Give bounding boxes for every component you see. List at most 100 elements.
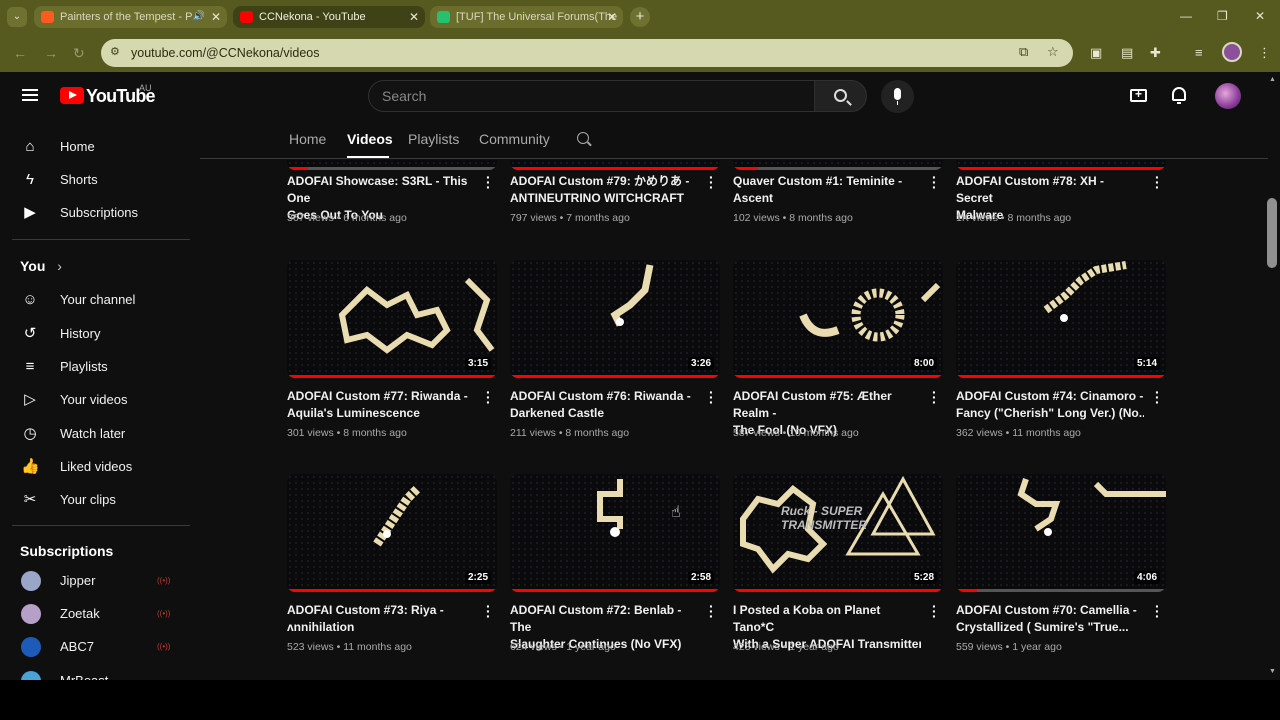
notifications-bell-icon[interactable] xyxy=(1172,87,1186,104)
more-actions-icon[interactable]: · · · xyxy=(932,599,937,623)
video-thumbnail[interactable] xyxy=(956,160,1166,170)
more-actions-icon[interactable]: · · · xyxy=(1155,170,1160,194)
tab-close-icon[interactable]: ✕ xyxy=(409,6,419,28)
channel-avatar xyxy=(21,571,41,591)
video-thumbnail[interactable]: 5:14 xyxy=(956,260,1166,378)
video-thumbnail[interactable] xyxy=(733,160,943,170)
video-title[interactable]: ADOFAI Custom #73: Riya - ᴧnnihilation xyxy=(287,602,475,636)
address-bar[interactable]: ⚙ youtube.com/@CCNekona/videos ⧉ ☆ xyxy=(101,39,1073,67)
sidebar-item-label: Your clips xyxy=(60,492,116,507)
sidebar-item-liked-videos[interactable]: 👍 Liked videos xyxy=(12,450,190,483)
browser-menu-icon[interactable]: ⋮ xyxy=(1258,45,1271,61)
video-thumbnail[interactable]: 8:00 xyxy=(733,260,943,378)
more-actions-icon[interactable]: · · · xyxy=(709,170,714,194)
create-video-icon[interactable] xyxy=(1130,87,1147,102)
youtube-logo-icon[interactable] xyxy=(60,87,84,104)
watch-progress-bar xyxy=(956,375,1166,378)
video-title[interactable]: ADOFAI Custom #77: Riwanda - Aquila's Lum… xyxy=(287,388,475,422)
watch-progress-track xyxy=(287,167,497,170)
subscription-item[interactable]: Jipper ((•)) xyxy=(12,564,190,597)
forward-icon[interactable]: → xyxy=(44,45,58,61)
extension-icon[interactable]: ▤ xyxy=(1121,45,1133,61)
guide-menu-icon[interactable] xyxy=(22,89,38,101)
subscription-item[interactable]: MrBeast xyxy=(12,664,190,680)
you-label: You xyxy=(20,258,46,274)
more-actions-icon[interactable]: · · · xyxy=(1155,599,1160,623)
sidebar-item-your-videos[interactable]: ▷ Your videos xyxy=(12,383,190,416)
more-actions-icon[interactable]: · · · xyxy=(709,385,714,409)
more-actions-icon[interactable]: · · · xyxy=(709,599,714,623)
video-thumbnail[interactable] xyxy=(510,160,720,170)
video-thumbnail[interactable]: Ruck - SUPER TRANSMITTER 5:28 xyxy=(733,474,943,592)
sidebar-item-playlists[interactable]: ≡ Playlists xyxy=(12,350,190,383)
sidebar-item-history[interactable]: ↺ History xyxy=(12,317,190,350)
tab-close-icon[interactable]: ✕ xyxy=(211,6,221,28)
browser-tab-1[interactable]: Painters of the Tempest - P 🔊 ✕ xyxy=(34,6,227,28)
search-input[interactable] xyxy=(369,81,769,111)
video-thumbnail[interactable]: 3:15 xyxy=(287,260,497,378)
back-icon[interactable]: ← xyxy=(13,45,27,61)
tab-close-icon[interactable]: ✕ xyxy=(607,6,617,28)
sidebar-you-header[interactable]: You › xyxy=(20,258,62,274)
extension-icon[interactable]: ▣ xyxy=(1090,45,1102,61)
more-actions-icon[interactable]: · · · xyxy=(486,170,491,194)
bookmark-star-icon[interactable]: ☆ xyxy=(1047,44,1059,60)
tab-videos[interactable]: Videos xyxy=(347,131,393,147)
more-actions-icon[interactable]: · · · xyxy=(1155,385,1160,409)
more-actions-icon[interactable]: · · · xyxy=(486,599,491,623)
video-thumbnail[interactable]: 4:06 xyxy=(956,474,1166,592)
playlists-icon: ≡ xyxy=(25,358,35,375)
site-info-icon[interactable]: ⚙ xyxy=(110,45,124,59)
channel-search-icon[interactable] xyxy=(577,132,589,144)
install-app-icon[interactable]: ⧉ xyxy=(1019,44,1028,60)
tab-search-menu-button[interactable]: ⌄ xyxy=(7,7,27,27)
video-thumbnail[interactable]: 2:25 xyxy=(287,474,497,592)
masthead: YouTube AU xyxy=(0,72,1280,120)
video-title[interactable]: Quaver Custom #1: Teminite - Ascent xyxy=(733,173,921,207)
voice-search-button[interactable] xyxy=(881,80,914,113)
minimize-icon[interactable]: — xyxy=(1180,9,1192,23)
scroll-down-arrow[interactable]: ▼ xyxy=(1269,668,1276,675)
tab-playlists[interactable]: Playlists xyxy=(408,131,459,147)
video-meta: 102 views • 8 months ago xyxy=(733,212,853,224)
sidebar-item-home[interactable]: ⌂ Home xyxy=(12,130,190,163)
browser-tab-3[interactable]: [TUF] The Universal Forums(The ✕ xyxy=(430,6,623,28)
new-tab-button[interactable]: + xyxy=(630,7,650,27)
video-thumbnail[interactable]: 3:26 xyxy=(510,260,720,378)
subscription-item[interactable]: Zoetak ((•)) xyxy=(12,597,190,630)
extensions-puzzle-icon[interactable]: ✚ xyxy=(1150,45,1161,61)
reading-list-icon[interactable]: ≡ xyxy=(1195,45,1203,60)
close-window-icon[interactable]: ✕ xyxy=(1255,9,1265,23)
watch-later-icon: ◷ xyxy=(23,425,37,442)
more-actions-icon[interactable]: · · · xyxy=(932,170,937,194)
video-title[interactable]: ADOFAI Custom #70: Camellia - Crystallize… xyxy=(956,602,1144,636)
tab-home[interactable]: Home xyxy=(289,131,326,147)
search-box[interactable] xyxy=(368,80,815,112)
browser-tab-2[interactable]: CCNekona - YouTube ✕ xyxy=(233,6,425,28)
sidebar-item-shorts[interactable]: ϟ Shorts xyxy=(12,163,190,196)
reload-icon[interactable]: ↻ xyxy=(73,45,85,62)
video-title[interactable]: ADOFAI Custom #76: Riwanda - Darkened Cas… xyxy=(510,388,698,422)
scroll-up-arrow[interactable]: ▲ xyxy=(1269,76,1276,83)
url-text[interactable]: youtube.com/@CCNekona/videos xyxy=(131,39,319,67)
video-title[interactable]: ADOFAI Custom #79: かめりあ - ANTINEUTRINO WI… xyxy=(510,173,698,207)
video-thumbnail[interactable]: 2:58 xyxy=(510,474,720,592)
restore-icon[interactable]: ❐ xyxy=(1217,9,1228,23)
tab-favicon-icon xyxy=(41,11,54,23)
search-button[interactable] xyxy=(814,80,867,112)
browser-profile-avatar[interactable] xyxy=(1222,42,1242,62)
sidebar-item-your-channel[interactable]: ☺ Your channel xyxy=(12,283,190,316)
more-actions-icon[interactable]: · · · xyxy=(486,385,491,409)
sidebar-item-your-clips[interactable]: ✂ Your clips xyxy=(12,483,190,516)
sidebar-item-subscriptions[interactable]: ▶ Subscriptions xyxy=(12,196,190,229)
more-actions-icon[interactable]: · · · xyxy=(932,385,937,409)
speaker-icon[interactable]: 🔊 xyxy=(193,6,205,28)
subscription-item[interactable]: ABC7 ((•)) xyxy=(12,630,190,663)
video-thumbnail[interactable] xyxy=(287,160,497,170)
scrollbar-thumb[interactable] xyxy=(1267,198,1277,268)
video-title[interactable]: ADOFAI Custom #74: Cinamoro - Fancy ("Che… xyxy=(956,388,1144,422)
tab-community[interactable]: Community xyxy=(479,131,550,147)
account-avatar[interactable] xyxy=(1215,83,1241,109)
tab-title: CCNekona - YouTube xyxy=(259,11,366,23)
sidebar-item-watch-later[interactable]: ◷ Watch later xyxy=(12,417,190,450)
